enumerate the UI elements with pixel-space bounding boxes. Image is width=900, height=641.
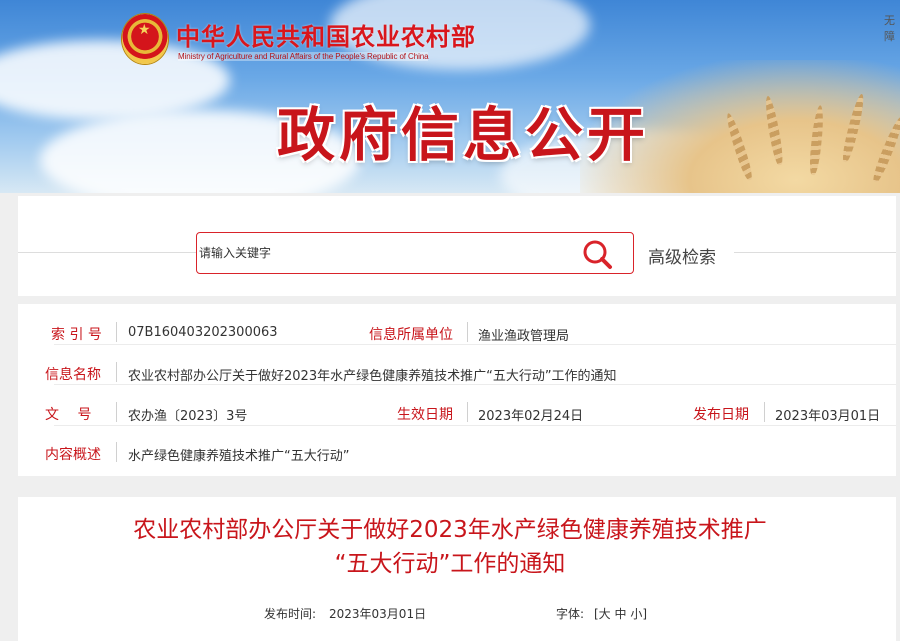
font-size-medium-button[interactable]: 中: [615, 607, 627, 621]
advanced-search-link[interactable]: 高级检索: [648, 243, 716, 268]
divider: [18, 252, 196, 253]
publish-time-value: 2023年03月01日: [329, 607, 427, 621]
separator: [116, 442, 117, 462]
search-button[interactable]: [579, 237, 615, 271]
font-size-selector: [大 中 小]: [594, 605, 647, 622]
unit-value: 渔业渔政管理局: [478, 329, 570, 344]
publish-date-label: 发布日期: [693, 407, 749, 423]
name-value: 农业农村部办公厅关于做好2023年水产绿色健康养殖技术推广“五大行动”工作的通知: [128, 369, 617, 384]
info-table: 索 引 号 07B160403202300063 信息所属单位 渔业渔政管理局 …: [18, 304, 896, 476]
summary-label: 内容概述: [45, 447, 101, 463]
article-title-line2: “五大行动”工作的通知: [334, 551, 566, 577]
summary-value: 水产绿色健康养殖技术推广“五大行动”: [128, 449, 350, 464]
index-value: 07B160403202300063: [128, 325, 278, 340]
font-size-label: 字体:: [556, 607, 585, 621]
publish-date-value: 2023年03月01日: [775, 409, 881, 424]
search-icon: [583, 240, 612, 269]
header-banner: ★ 中华人民共和国农业农村部 Ministry of Agriculture a…: [0, 0, 900, 193]
name-label: 信息名称: [45, 367, 101, 383]
index-label: 索 引 号: [51, 327, 102, 343]
separator: [116, 402, 117, 422]
docno-label: 文 号: [45, 407, 92, 423]
effective-date-label: 生效日期: [397, 407, 453, 423]
unit-label: 信息所属单位: [369, 327, 453, 343]
separator: [116, 322, 117, 342]
row-divider: [54, 425, 896, 426]
separator: [764, 402, 765, 422]
ministry-name-cn[interactable]: 中华人民共和国农业农村部: [176, 17, 476, 52]
row-divider: [54, 344, 896, 345]
search-input[interactable]: [197, 233, 577, 273]
docno-value: 农办渔〔2023〕3号: [128, 409, 248, 424]
separator: [467, 322, 468, 342]
publish-time-label: 发布时间:: [264, 607, 317, 621]
national-emblem-icon[interactable]: ★: [122, 14, 168, 64]
search-box: [196, 232, 634, 274]
accessibility-link[interactable]: 无障: [884, 12, 900, 44]
row-divider: [54, 384, 896, 385]
ministry-name-en: Ministry of Agriculture and Rural Affair…: [178, 52, 429, 61]
separator: [467, 402, 468, 422]
banner-title: 政府信息公开: [277, 101, 650, 169]
effective-date-value: 2023年02月24日: [478, 409, 584, 424]
separator: [116, 362, 117, 382]
font-size-small-button[interactable]: 小]: [630, 607, 647, 621]
divider: [734, 252, 896, 253]
article-title-line1: 农业农村部办公厅关于做好2023年水产绿色健康养殖技术推广: [133, 517, 767, 543]
font-size-large-button[interactable]: [大: [594, 607, 611, 621]
